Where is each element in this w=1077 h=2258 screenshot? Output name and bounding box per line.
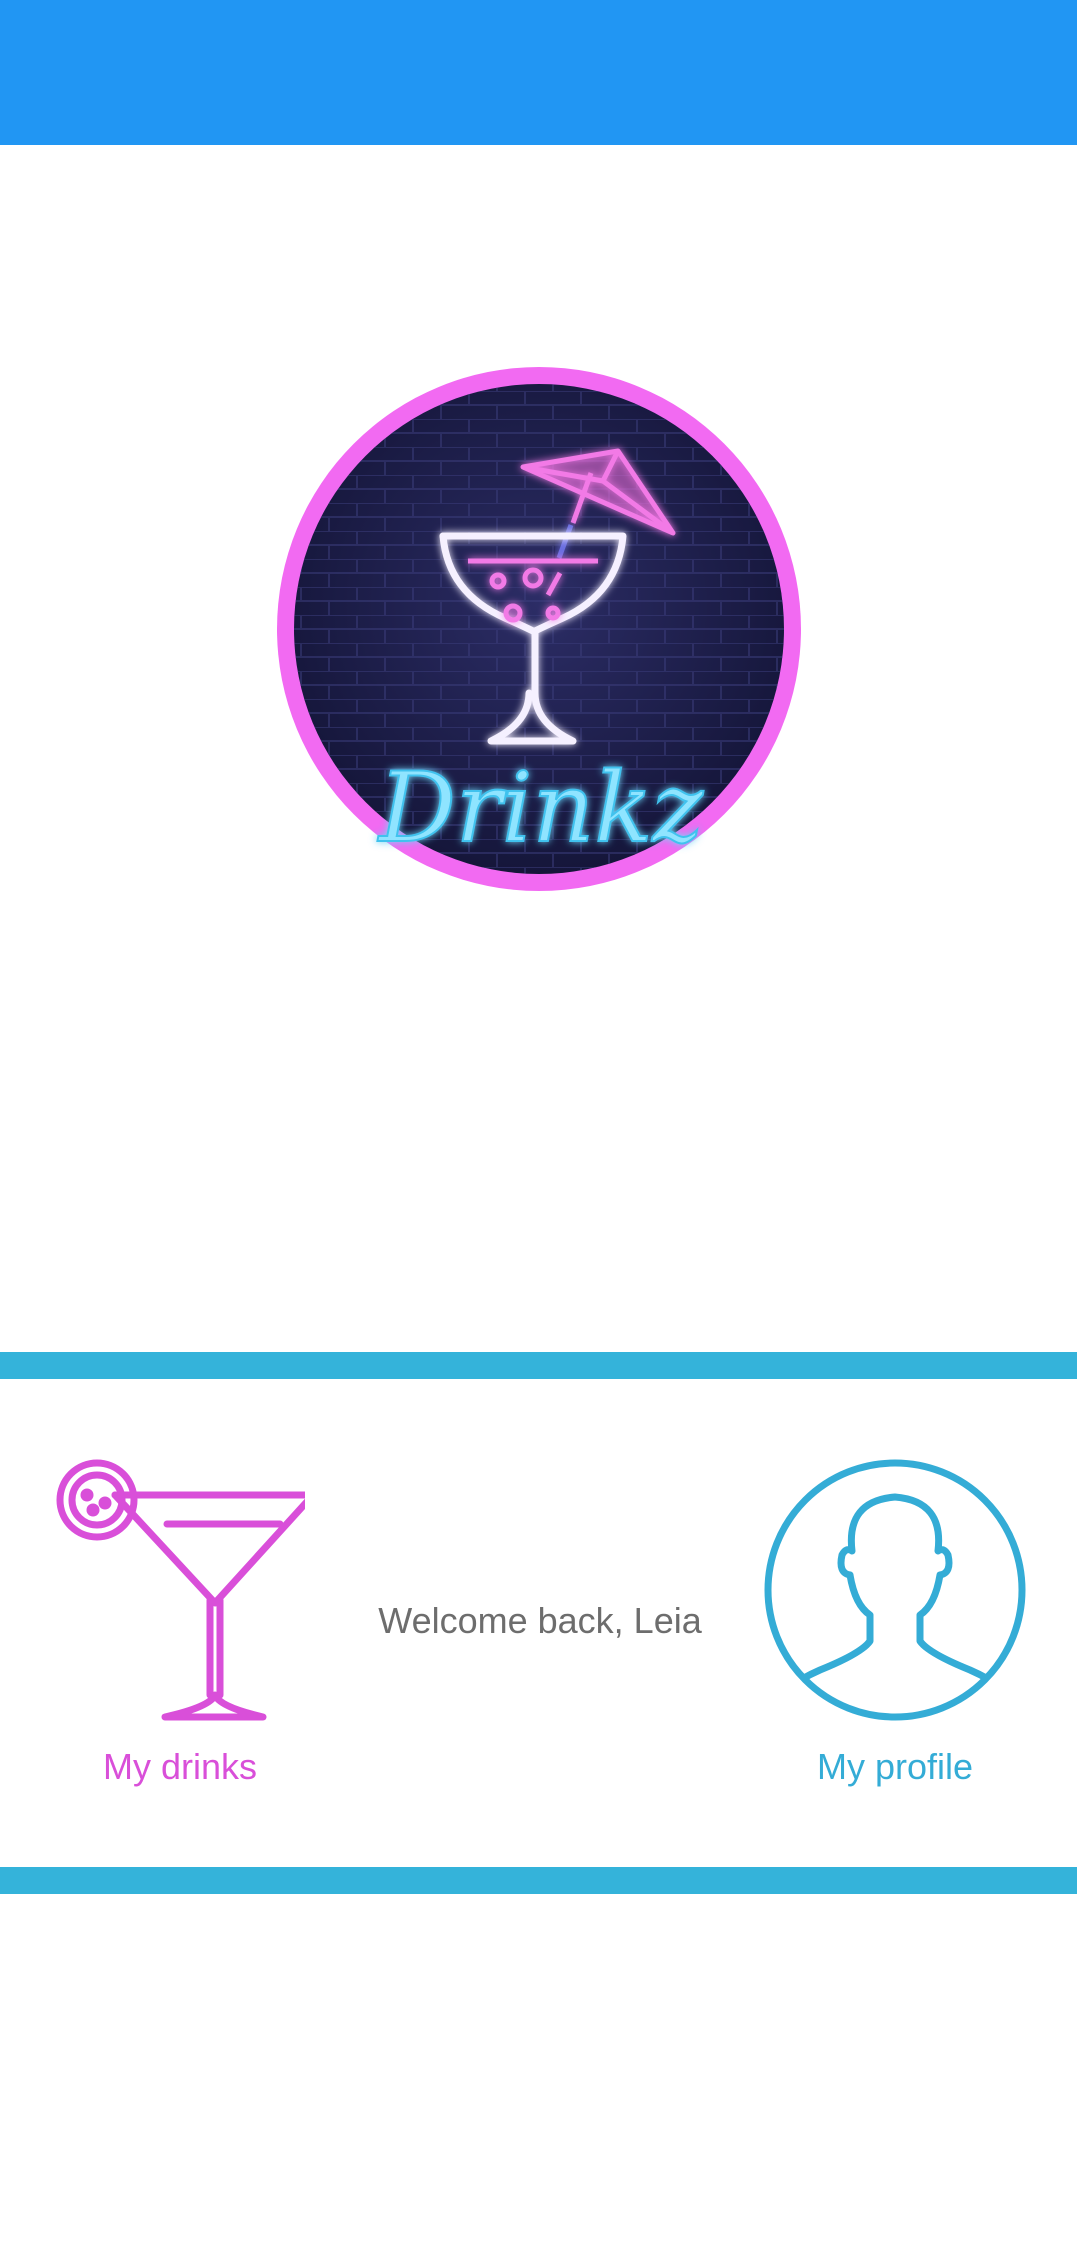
my-drinks-button[interactable]: My drinks [40,1455,320,1788]
divider-bottom [0,1867,1077,1894]
divider-top [0,1352,1077,1379]
logo-text: Drinkz [377,752,705,864]
my-drinks-label: My drinks [102,1746,258,1787]
app-bar [0,0,1077,145]
welcome-text: Welcome back, Leia [378,1600,702,1641]
my-profile-button[interactable]: My profile [760,1455,1030,1788]
my-profile-label: My profile [816,1746,974,1787]
drinkz-logo: Drinkz [273,363,805,895]
user-avatar-icon [760,1455,1030,1730]
cocktail-glass-icon [55,1455,317,1730]
